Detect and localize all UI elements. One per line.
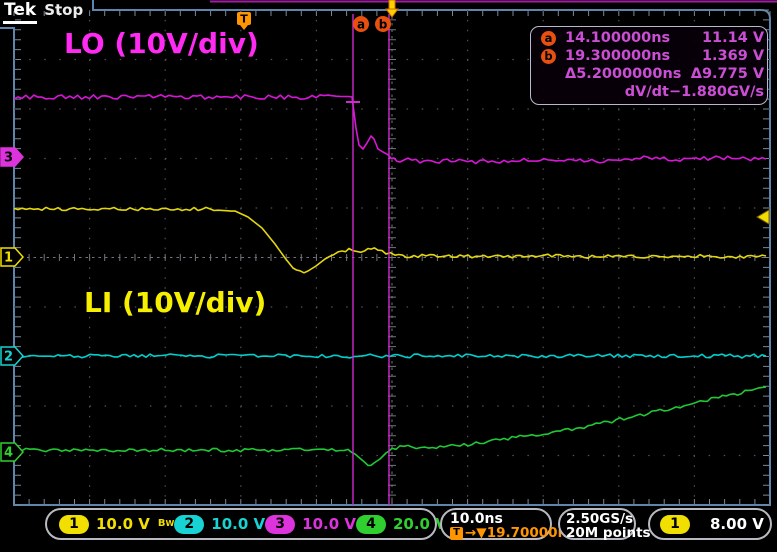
dvdt-value: −1.880GV/s (669, 84, 764, 101)
trigger-source-badge: 1 (660, 515, 690, 534)
tek-logo: Tek (3, 1, 37, 24)
cursor-a-time: 14.100000ns (565, 30, 669, 47)
timebase-readout[interactable]: 10.0ns T →▼19.70000ns (440, 508, 552, 540)
record-length: 20M points (566, 526, 634, 540)
timebase-scale: 10.0ns (450, 512, 550, 526)
cursor-b-badge: b (541, 49, 556, 64)
ch4-ground-marker-label: 4 (4, 446, 13, 461)
ch4-badge[interactable]: 4 (356, 515, 386, 534)
trigger-level-value: 8.00 V (710, 515, 764, 533)
cursor-a-flag-label: a (357, 18, 365, 32)
cursor-b-value: 1.369 V (669, 48, 764, 65)
cursor-a-value: 11.14 V (669, 30, 764, 47)
cursor-readout-panel: a 14.100000ns 11.14 V b 19.300000ns 1.36… (530, 26, 768, 105)
trigger-delay-readout: T →▼19.70000ns (450, 526, 550, 540)
ch2-ground-marker-label: 2 (4, 350, 13, 365)
ch1-annotation-label: LI (10V/div) (84, 286, 266, 319)
cursor-a-badge: a (541, 31, 556, 46)
ch2-badge[interactable]: 2 (174, 515, 204, 534)
channel-settings-bar: 1 10.0 V BW 2 10.0 V 3 10.0 V 4 20.0 V (45, 508, 437, 540)
ch3-badge[interactable]: 3 (265, 515, 295, 534)
header: Tek Stop (3, 1, 83, 24)
ch3-scale: 10.0 V (302, 515, 356, 533)
ch4-scale: 20.0 V (393, 515, 447, 533)
oscilloscope-screen: abT3124 Tek Stop LO (10V/div) LI (10V/di… (0, 0, 777, 552)
trigger-position-arrow[interactable] (386, 9, 398, 17)
dvdt-label: dV/dt (565, 84, 669, 101)
cursor-b-flag-label: b (379, 18, 388, 32)
ch3-ground-marker-label: 3 (4, 151, 13, 166)
ch1-scale: 10.0 V (96, 515, 150, 533)
bandwidth-limit-icon: BW (158, 519, 174, 529)
ch2-readout[interactable]: 2 10.0 V (174, 515, 265, 534)
acquisition-status: Stop (44, 1, 83, 19)
cursor-delta-value: Δ9.775 V (669, 66, 764, 83)
trigger-level-arrow[interactable] (757, 210, 769, 224)
trace-ch2 (14, 354, 766, 358)
ch1-badge[interactable]: 1 (59, 515, 89, 534)
ch4-readout[interactable]: 4 20.0 V (356, 515, 447, 534)
ch2-scale: 10.0 V (211, 515, 265, 533)
ch3-readout[interactable]: 3 10.0 V (265, 515, 356, 534)
trigger-t-flag-label: T (240, 13, 248, 26)
trigger-position-arrow-stem (389, 0, 395, 9)
cursor-b-time: 19.300000ns (565, 48, 669, 65)
ch3-annotation-label: LO (10V/div) (64, 27, 259, 60)
trigger-readout[interactable]: 1 8.00 V (648, 508, 772, 540)
ch1-ground-marker-label: 1 (4, 251, 13, 266)
trace-ch1-li (14, 207, 766, 272)
cursor-delta-time: Δ5.2000000ns (565, 66, 669, 83)
sample-rate: 2.50GS/s (566, 512, 634, 526)
ch1-readout[interactable]: 1 10.0 V BW (59, 515, 174, 534)
acquisition-readout[interactable]: 2.50GS/s 20M points (558, 508, 636, 540)
trigger-t-badge: T (450, 527, 463, 540)
